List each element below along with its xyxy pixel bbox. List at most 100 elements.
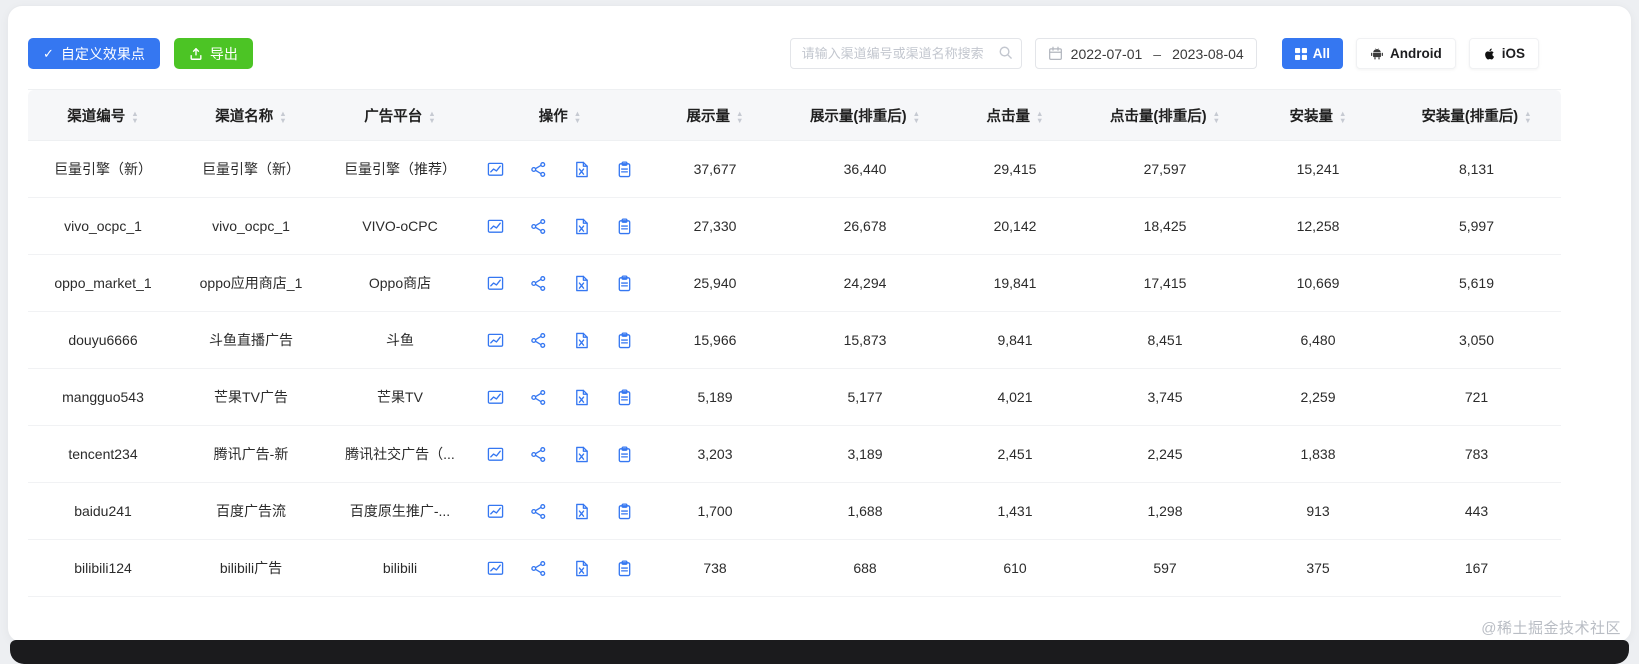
chart-icon[interactable]	[487, 446, 504, 463]
sort-caret-icon[interactable]: ▲ ▼	[1339, 109, 1346, 124]
platform-filter-ios-label: iOS	[1501, 46, 1525, 61]
date-range-separator: –	[1153, 45, 1162, 62]
column-header-label: 展示量	[686, 108, 731, 125]
column-header-label: 广告平台	[364, 108, 423, 125]
chart-icon[interactable]	[487, 332, 504, 349]
share-icon[interactable]	[530, 332, 547, 349]
clipboard-icon[interactable]	[616, 560, 633, 577]
excel-icon[interactable]	[573, 218, 590, 235]
column-header-channel_id[interactable]: 渠道编号 ▲ ▼	[28, 89, 178, 141]
chart-icon[interactable]	[487, 389, 504, 406]
clipboard-icon[interactable]	[616, 218, 633, 235]
excel-icon[interactable]	[573, 275, 590, 292]
sort-caret-icon[interactable]: ▲ ▼	[1036, 109, 1043, 124]
sort-caret-icon[interactable]: ▲ ▼	[574, 109, 581, 124]
share-icon[interactable]	[530, 560, 547, 577]
date-range-start: 2022-07-01	[1070, 45, 1143, 62]
platform-filter-all-label: All	[1312, 46, 1330, 61]
cell-clicks: 2,451	[944, 425, 1086, 483]
column-header-clicks[interactable]: 点击量 ▲ ▼	[944, 89, 1086, 141]
cell-channel-id: mangguo543	[28, 368, 178, 426]
clipboard-icon[interactable]	[616, 275, 633, 292]
sort-caret-icon[interactable]: ▲ ▼	[736, 109, 743, 124]
sort-caret-icon[interactable]: ▲ ▼	[428, 109, 435, 124]
share-icon[interactable]	[530, 503, 547, 520]
column-header-clicks_dedup[interactable]: 点击量(排重后) ▲ ▼	[1086, 89, 1244, 141]
clipboard-icon[interactable]	[616, 389, 633, 406]
clipboard-icon[interactable]	[616, 446, 633, 463]
channels-table-wrap: 渠道编号 ▲ ▼ 渠道名称 ▲ ▼ 广告平台 ▲ ▼ 操作 ▲ ▼ 展示量 ▲ ▼ 展示量(排重后) ▲ ▼ 点击量…	[28, 89, 1611, 597]
clipboard-icon[interactable]	[616, 503, 633, 520]
sort-caret-icon[interactable]: ▲ ▼	[1524, 109, 1531, 124]
platform-filter-android[interactable]: Android	[1355, 38, 1456, 69]
bottom-bar	[10, 640, 1629, 664]
cell-installs: 15,241	[1244, 140, 1392, 198]
excel-icon[interactable]	[573, 161, 590, 178]
sort-caret-icon[interactable]: ▲ ▼	[131, 109, 138, 124]
table-row: douyu6666 斗鱼直播广告 斗鱼 15,966 15,873 9,841 …	[28, 311, 1561, 369]
excel-icon[interactable]	[573, 560, 590, 577]
customize-effect-points-button[interactable]: ✓ 自定义效果点	[28, 38, 160, 69]
excel-icon[interactable]	[573, 446, 590, 463]
date-range-picker[interactable]: 2022-07-01 – 2023-08-04	[1034, 38, 1257, 69]
platform-filter-ios[interactable]: iOS	[1468, 38, 1539, 69]
date-range-end: 2023-08-04	[1172, 45, 1244, 62]
column-header-channel_name[interactable]: 渠道名称 ▲ ▼	[178, 89, 324, 141]
column-header-installs[interactable]: 安装量 ▲ ▼	[1244, 89, 1392, 141]
column-header-installs_dedup[interactable]: 安装量(排重后) ▲ ▼	[1392, 89, 1561, 141]
table-row: 巨量引擎（新） 巨量引擎（新） 巨量引擎（推荐） 37,677 36,440 2…	[28, 140, 1561, 198]
cell-impressions: 37,677	[644, 140, 786, 198]
chart-icon[interactable]	[487, 161, 504, 178]
apple-icon	[1483, 47, 1496, 61]
column-header-platform[interactable]: 广告平台 ▲ ▼	[324, 89, 476, 141]
share-icon[interactable]	[530, 218, 547, 235]
platform-filter-all[interactable]: All	[1281, 38, 1343, 69]
column-header-ops[interactable]: 操作 ▲ ▼	[476, 89, 644, 141]
cell-clicks: 29,415	[944, 140, 1086, 198]
cell-channel-id: 巨量引擎（新）	[28, 140, 178, 198]
chart-icon[interactable]	[487, 275, 504, 292]
cell-installs-dedup: 721	[1392, 368, 1561, 426]
share-icon[interactable]	[530, 275, 547, 292]
channel-search	[789, 38, 1022, 69]
cell-clicks-dedup: 27,597	[1086, 140, 1244, 198]
excel-icon[interactable]	[573, 332, 590, 349]
column-header-impressions[interactable]: 展示量 ▲ ▼	[644, 89, 786, 141]
excel-icon[interactable]	[573, 389, 590, 406]
share-icon[interactable]	[530, 446, 547, 463]
share-icon[interactable]	[530, 161, 547, 178]
cell-impressions-dedup: 24,294	[786, 254, 944, 312]
cell-clicks: 20,142	[944, 197, 1086, 255]
export-button[interactable]: 导出	[173, 38, 253, 69]
share-icon[interactable]	[530, 389, 547, 406]
cell-channel-name: 腾讯广告-新	[178, 425, 324, 483]
clipboard-icon[interactable]	[616, 332, 633, 349]
sort-caret-icon[interactable]: ▲ ▼	[1213, 109, 1220, 124]
cell-impressions: 1,700	[644, 482, 786, 540]
cell-operations	[476, 311, 644, 369]
excel-icon[interactable]	[573, 503, 590, 520]
cell-installs-dedup: 443	[1392, 482, 1561, 540]
sort-caret-icon[interactable]: ▲ ▼	[913, 109, 920, 124]
chart-icon[interactable]	[487, 218, 504, 235]
search-icon[interactable]	[998, 45, 1013, 60]
table-row: tencent234 腾讯广告-新 腾讯社交广告（... 3,203 3,189…	[28, 425, 1561, 483]
dashboard-card: ✓ 自定义效果点 导出 请输入渠道编号或渠道名称搜索 2022-07-01 – …	[8, 6, 1631, 642]
cell-impressions-dedup: 26,678	[786, 197, 944, 255]
sort-caret-icon[interactable]: ▲ ▼	[279, 109, 286, 124]
cell-channel-name: 斗鱼直播广告	[178, 311, 324, 369]
cell-channel-id: baidu241	[28, 482, 178, 540]
search-input[interactable]	[789, 38, 1022, 69]
column-header-impressions_dedup[interactable]: 展示量(排重后) ▲ ▼	[786, 89, 944, 141]
cell-clicks: 1,431	[944, 482, 1086, 540]
cell-clicks: 4,021	[944, 368, 1086, 426]
cell-impressions-dedup: 1,688	[786, 482, 944, 540]
chart-icon[interactable]	[487, 503, 504, 520]
platform-filter-android-label: Android	[1389, 46, 1442, 61]
cell-channel-id: oppo_market_1	[28, 254, 178, 312]
cell-platform: 百度原生推广-...	[324, 482, 476, 540]
cell-operations	[476, 140, 644, 198]
chart-icon[interactable]	[487, 560, 504, 577]
cell-clicks-dedup: 597	[1086, 539, 1244, 597]
clipboard-icon[interactable]	[616, 161, 633, 178]
